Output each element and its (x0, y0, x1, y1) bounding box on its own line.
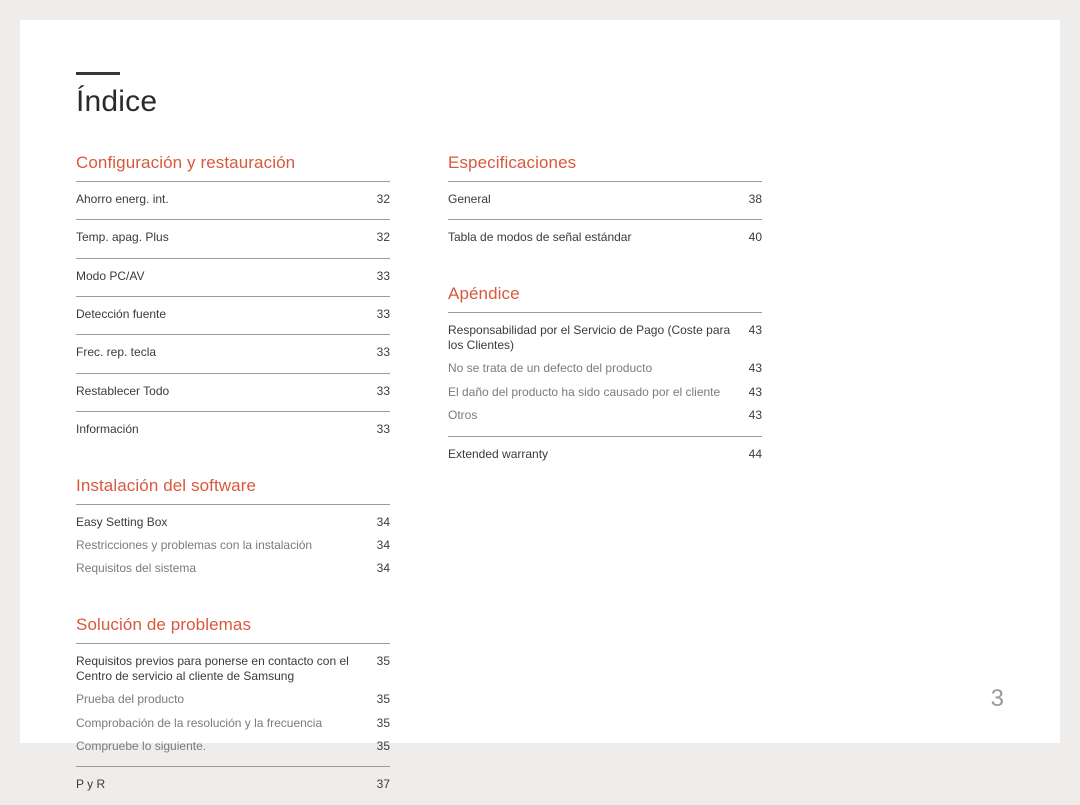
section-title: Configuración y restauración (76, 153, 390, 173)
section-software: Instalación del software Easy Setting Bo… (76, 476, 390, 581)
toc-group: Tabla de modos de señal estándar40 (448, 219, 762, 249)
toc-group: Responsabilidad por el Servicio de Pago … (448, 312, 762, 428)
toc-label: Ahorro energ. int. (76, 192, 377, 207)
toc-label: Tabla de modos de señal estándar (448, 230, 749, 245)
toc-group: Frec. rep. tecla33 (76, 334, 390, 364)
section-config: Configuración y restauración Ahorro ener… (76, 153, 390, 442)
toc-label: Prueba del producto (76, 692, 377, 707)
toc-group: Ahorro energ. int.32 (76, 181, 390, 211)
section-title: Apéndice (448, 284, 762, 304)
toc-page: 34 (377, 561, 390, 576)
section-appendix: Apéndice Responsabilidad por el Servicio… (448, 284, 762, 466)
toc-label: Requisitos previos para ponerse en conta… (76, 654, 377, 685)
toc-label: Easy Setting Box (76, 515, 377, 530)
toc-group: Easy Setting Box34 Restricciones y probl… (76, 504, 390, 581)
toc-row: Easy Setting Box34 (76, 511, 390, 534)
toc-group: Información33 (76, 411, 390, 441)
toc-page: 32 (377, 230, 390, 245)
toc-page: 40 (749, 230, 762, 245)
toc-label: Restablecer Todo (76, 384, 377, 399)
toc-page: 37 (377, 777, 390, 792)
toc-row: Modo PC/AV33 (76, 265, 390, 288)
section-title: Instalación del software (76, 476, 390, 496)
toc-row: Tabla de modos de señal estándar40 (448, 226, 762, 249)
toc-group: Restablecer Todo33 (76, 373, 390, 403)
toc-page: 38 (749, 192, 762, 207)
toc-label: Información (76, 422, 377, 437)
toc-row: P y R37 (76, 773, 390, 796)
toc-label: Detección fuente (76, 307, 377, 322)
toc-page: 43 (749, 361, 762, 376)
toc-page: 35 (377, 739, 390, 754)
toc-row: Otros43 (448, 404, 762, 427)
toc-row: Frec. rep. tecla33 (76, 341, 390, 364)
toc-page: 35 (377, 654, 390, 669)
toc-label: Compruebe lo siguiente. (76, 739, 377, 754)
toc-row: Ahorro energ. int.32 (76, 188, 390, 211)
toc-row: Prueba del producto35 (76, 688, 390, 711)
toc-col-right: Especificaciones General38 Tabla de modo… (448, 153, 762, 805)
page-number: 3 (991, 685, 1004, 713)
page: Índice Configuración y restauración Ahor… (20, 20, 1060, 743)
toc-page: 33 (377, 422, 390, 437)
toc-group: P y R37 (76, 766, 390, 796)
toc-page: 34 (377, 538, 390, 553)
toc-row: Restricciones y problemas con la instala… (76, 534, 390, 557)
toc-label: El daño del producto ha sido causado por… (448, 385, 749, 400)
section-title: Solución de problemas (76, 615, 390, 635)
toc-group: General38 (448, 181, 762, 211)
section-specs: Especificaciones General38 Tabla de modo… (448, 153, 762, 250)
toc-page: 33 (377, 345, 390, 360)
toc-page: 34 (377, 515, 390, 530)
toc-label: Modo PC/AV (76, 269, 377, 284)
toc-row: No se trata de un defecto del producto43 (448, 357, 762, 380)
toc-row: Responsabilidad por el Servicio de Pago … (448, 319, 762, 358)
toc-page: 35 (377, 716, 390, 731)
toc-label: No se trata de un defecto del producto (448, 361, 749, 376)
title-rule (76, 72, 120, 75)
toc-page: 33 (377, 384, 390, 399)
toc-group: Modo PC/AV33 (76, 258, 390, 288)
toc-columns: Configuración y restauración Ahorro ener… (76, 153, 1004, 805)
section-troubleshoot: Solución de problemas Requisitos previos… (76, 615, 390, 797)
toc-label: Requisitos del sistema (76, 561, 377, 576)
toc-page: 43 (749, 408, 762, 423)
toc-row: Temp. apag. Plus32 (76, 226, 390, 249)
toc-group: Detección fuente33 (76, 296, 390, 326)
toc-label: Comprobación de la resolución y la frecu… (76, 716, 377, 731)
toc-page: 33 (377, 269, 390, 284)
toc-group: Extended warranty44 (448, 436, 762, 466)
section-title: Especificaciones (448, 153, 762, 173)
toc-label: Frec. rep. tecla (76, 345, 377, 360)
toc-page: 44 (749, 447, 762, 462)
toc-row: General38 (448, 188, 762, 211)
toc-page: 32 (377, 192, 390, 207)
page-title: Índice (76, 85, 1004, 119)
toc-row: Requisitos del sistema34 (76, 557, 390, 580)
toc-row: Compruebe lo siguiente.35 (76, 735, 390, 758)
toc-label: Temp. apag. Plus (76, 230, 377, 245)
toc-group: Requisitos previos para ponerse en conta… (76, 643, 390, 759)
toc-group: Temp. apag. Plus32 (76, 219, 390, 249)
toc-label: Otros (448, 408, 749, 423)
toc-row: El daño del producto ha sido causado por… (448, 381, 762, 404)
toc-page: 33 (377, 307, 390, 322)
toc-label: P y R (76, 777, 377, 792)
toc-col-left: Configuración y restauración Ahorro ener… (76, 153, 390, 805)
toc-label: General (448, 192, 749, 207)
toc-row: Restablecer Todo33 (76, 380, 390, 403)
toc-page: 43 (749, 385, 762, 400)
toc-row: Información33 (76, 418, 390, 441)
toc-label: Responsabilidad por el Servicio de Pago … (448, 323, 749, 354)
toc-row: Comprobación de la resolución y la frecu… (76, 712, 390, 735)
toc-page: 35 (377, 692, 390, 707)
toc-row: Requisitos previos para ponerse en conta… (76, 650, 390, 689)
toc-row: Detección fuente33 (76, 303, 390, 326)
toc-page: 43 (749, 323, 762, 338)
toc-row: Extended warranty44 (448, 443, 762, 466)
toc-label: Extended warranty (448, 447, 749, 462)
toc-label: Restricciones y problemas con la instala… (76, 538, 377, 553)
